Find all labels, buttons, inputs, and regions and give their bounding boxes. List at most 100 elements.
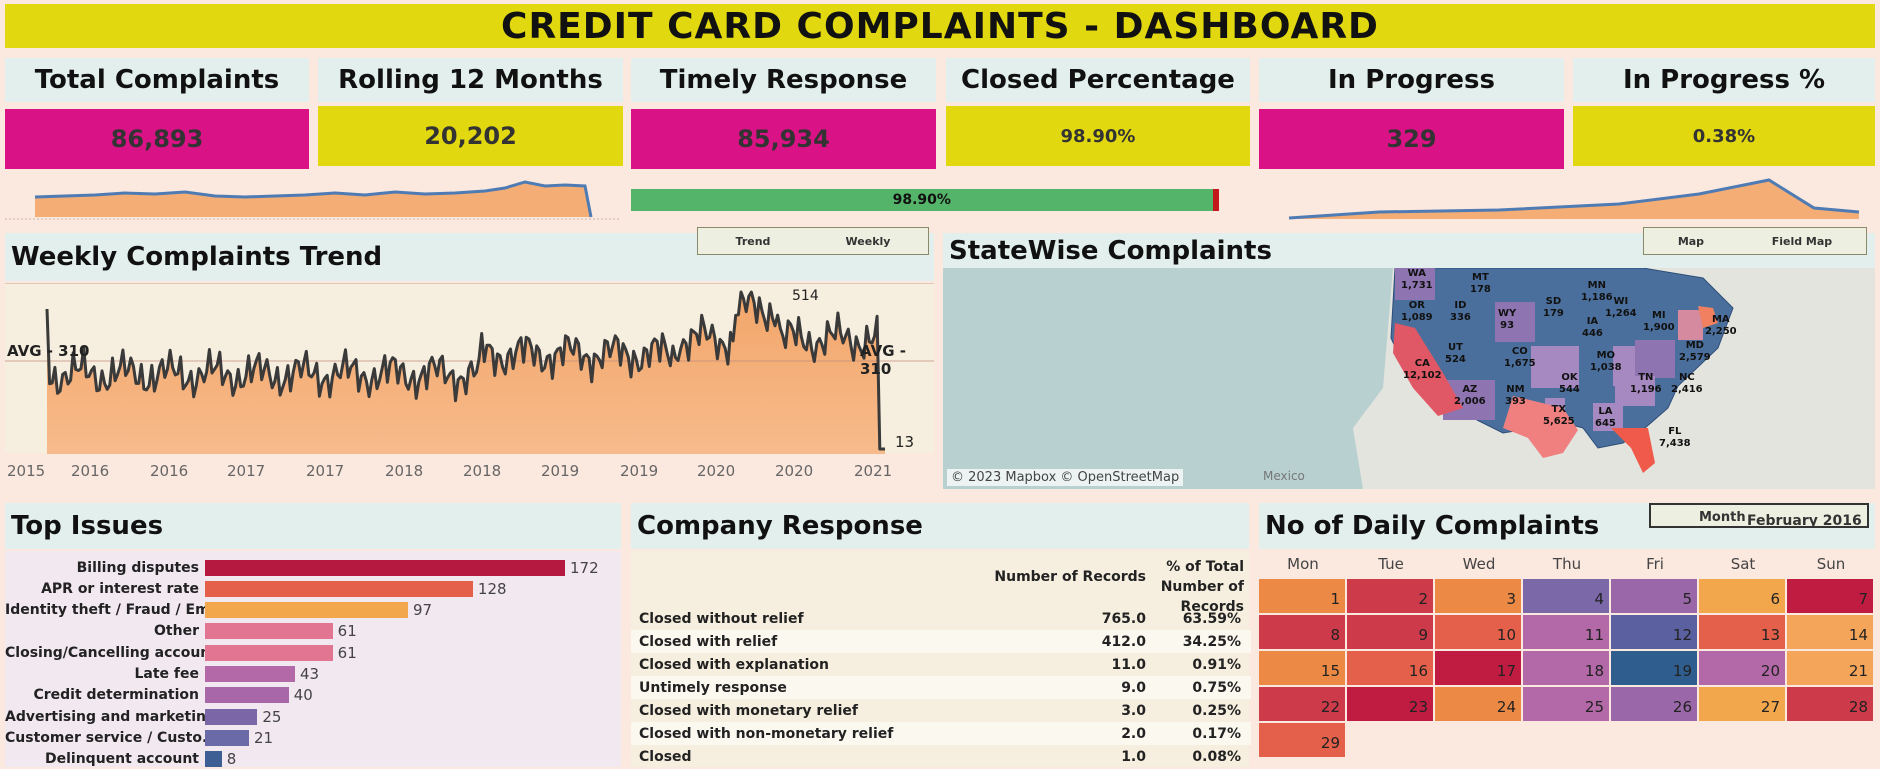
issue-row[interactable]: Billing disputes 172: [5, 557, 599, 578]
calendar-day-cell[interactable]: 1: [1259, 579, 1345, 613]
statewise-map[interactable]: Mexico WA 1,731 MT 178 MN 1,186 OR 1,089 ID 3…: [943, 268, 1875, 489]
issue-row[interactable]: Delinquent account 8: [5, 749, 236, 769]
issue-bar[interactable]: [205, 559, 565, 576]
response-records: 9.0: [1121, 679, 1146, 696]
kpi-in-progress-pct-value: 0.38%: [1573, 106, 1875, 166]
issue-bar[interactable]: [205, 729, 249, 746]
issue-row[interactable]: Customer service / Custo.. 21: [5, 727, 273, 748]
state-label-ca: CA 12,102: [1403, 358, 1442, 381]
last-value-label: 13: [895, 433, 915, 451]
issue-label: Advertising and marketing: [5, 708, 205, 725]
issue-bar[interactable]: [205, 623, 333, 640]
response-pct: 0.08%: [1192, 748, 1241, 765]
calendar-day-cell[interactable]: 4: [1523, 579, 1609, 613]
calendar-day-cell[interactable]: 21: [1787, 651, 1873, 685]
issue-row[interactable]: Advertising and marketing 25: [5, 706, 281, 727]
avg-label-right: AVG - 310: [860, 342, 906, 378]
issue-value: 61: [337, 622, 357, 641]
state-labels: WA 1,731 MT 178 MN 1,186 OR 1,089 ID 336 SD 17…: [943, 268, 1875, 489]
in-progress-sparkline: [1288, 178, 1860, 220]
state-label-nc: NC 2,416: [1671, 372, 1703, 395]
issue-value: 25: [262, 707, 282, 726]
calendar-day-cell[interactable]: 10: [1435, 615, 1521, 649]
state-label-ma: MA 2,250: [1705, 314, 1737, 337]
calendar-day-cell[interactable]: 11: [1523, 615, 1609, 649]
weekly-trend-toggle[interactable]: Trend Weekly: [697, 227, 929, 255]
state-label-tn: TN 1,196: [1630, 372, 1662, 395]
issue-bar[interactable]: [205, 687, 289, 704]
calendar-day-cell[interactable]: 13: [1699, 615, 1785, 649]
calendar-day-cell[interactable]: 23: [1347, 687, 1433, 721]
closed-percentage-fill: 98.90%: [631, 189, 1213, 211]
response-row[interactable]: Closed 1.0 0.08%: [631, 745, 1251, 768]
issue-bar[interactable]: [205, 602, 409, 619]
response-label: Closed without relief: [639, 610, 804, 627]
calendar-day-cell[interactable]: 15: [1259, 651, 1345, 685]
issue-bar[interactable]: [205, 708, 258, 725]
issue-row[interactable]: Other 61: [5, 621, 357, 642]
state-label-nm: NM 393: [1505, 384, 1526, 407]
issue-row[interactable]: Credit determination 40: [5, 685, 312, 706]
weekday-header: Wed: [1462, 555, 1496, 573]
field-map-toggle-value: Field Map: [1771, 234, 1833, 248]
weekday-header: Sun: [1816, 555, 1846, 573]
response-row[interactable]: Closed without relief 765.0 63.59%: [631, 607, 1251, 630]
top-issues-chart: Billing disputes 172 APR or interest rate 1…: [5, 551, 621, 769]
issue-row[interactable]: Closing/Cancelling account 61: [5, 642, 357, 663]
kpi-in-progress-label: In Progress: [1259, 58, 1564, 102]
issue-bar[interactable]: [205, 580, 473, 597]
issue-bar[interactable]: [205, 644, 333, 661]
issue-row[interactable]: Identity theft / Fraud / Em.. 97: [5, 600, 432, 621]
state-label-az: AZ 2,006: [1454, 384, 1486, 407]
issue-label: Identity theft / Fraud / Em..: [5, 602, 205, 619]
issue-row[interactable]: Late fee 43: [5, 664, 319, 685]
calendar-grid: Mon Tue Wed Thu Fri Sat Sun 1 2 3 4 5 6 7 8 9 10 11 12 13 14…: [1259, 551, 1875, 767]
calendar-day-cell[interactable]: 20: [1699, 651, 1785, 685]
issue-value: 61: [337, 643, 357, 662]
state-label-mt: MT 178: [1470, 272, 1491, 295]
calendar-day-cell[interactable]: 25: [1523, 687, 1609, 721]
response-label: Closed with relief: [639, 633, 778, 650]
response-row[interactable]: Closed with explanation 11.0 0.91%: [631, 653, 1251, 676]
calendar-day-cell[interactable]: 29: [1259, 723, 1345, 757]
weekly-x-axis: 2015 2016 2016 2017 2017 2018 2018 2019 …: [5, 462, 934, 482]
issue-value: 172: [570, 558, 599, 577]
calendar-day-cell[interactable]: 6: [1699, 579, 1785, 613]
calendar-day-cell[interactable]: 24: [1435, 687, 1521, 721]
response-row[interactable]: Closed with relief 412.0 34.25%: [631, 630, 1251, 653]
map-attribution[interactable]: © 2023 Mapbox © OpenStreetMap: [947, 469, 1184, 486]
calendar-day-cell[interactable]: 28: [1787, 687, 1873, 721]
response-row[interactable]: Closed with non-monetary relief 2.0 0.17%: [631, 722, 1251, 745]
calendar-day-cell[interactable]: 2: [1347, 579, 1433, 613]
state-label-wi: WI 1,264: [1605, 296, 1637, 319]
calendar-day-cell[interactable]: 19: [1611, 651, 1697, 685]
map-toggle[interactable]: Map Field Map: [1643, 227, 1867, 255]
month-filter-value: February 2016: [1747, 513, 1862, 528]
issue-value: 43: [300, 665, 320, 683]
response-row[interactable]: Untimely response 9.0 0.75%: [631, 676, 1251, 699]
issue-value: 128: [477, 579, 507, 598]
calendar-day-cell[interactable]: 17: [1435, 651, 1521, 685]
issue-row[interactable]: APR or interest rate 128: [5, 578, 507, 599]
calendar-day-cell[interactable]: 8: [1259, 615, 1345, 649]
calendar-day-cell[interactable]: 12: [1611, 615, 1697, 649]
issue-label: Delinquent account: [45, 751, 199, 768]
calendar-day-cell[interactable]: 5: [1611, 579, 1697, 613]
calendar-day-cell[interactable]: 26: [1611, 687, 1697, 721]
calendar-day-cell[interactable]: 7: [1787, 579, 1873, 613]
issue-bar[interactable]: [205, 666, 295, 682]
calendar-day-cell[interactable]: 3: [1435, 579, 1521, 613]
month-filter[interactable]: Month February 2016: [1649, 503, 1869, 528]
issue-bar[interactable]: [205, 751, 222, 768]
issue-label: Customer service / Custo..: [5, 729, 205, 746]
calendar-day-cell[interactable]: 9: [1347, 615, 1433, 649]
total-complaints-sparkline: [5, 180, 621, 220]
calendar-day-cell[interactable]: 14: [1787, 615, 1873, 649]
response-row[interactable]: Closed with monetary relief 3.0 0.25%: [631, 699, 1251, 722]
calendar-day-cell[interactable]: 27: [1699, 687, 1785, 721]
calendar-day-cell[interactable]: 22: [1259, 687, 1345, 721]
calendar-day-cell[interactable]: 16: [1347, 651, 1433, 685]
response-label: Closed with monetary relief: [639, 702, 858, 719]
issue-value: 97: [413, 601, 433, 620]
calendar-day-cell[interactable]: 18: [1523, 651, 1609, 685]
